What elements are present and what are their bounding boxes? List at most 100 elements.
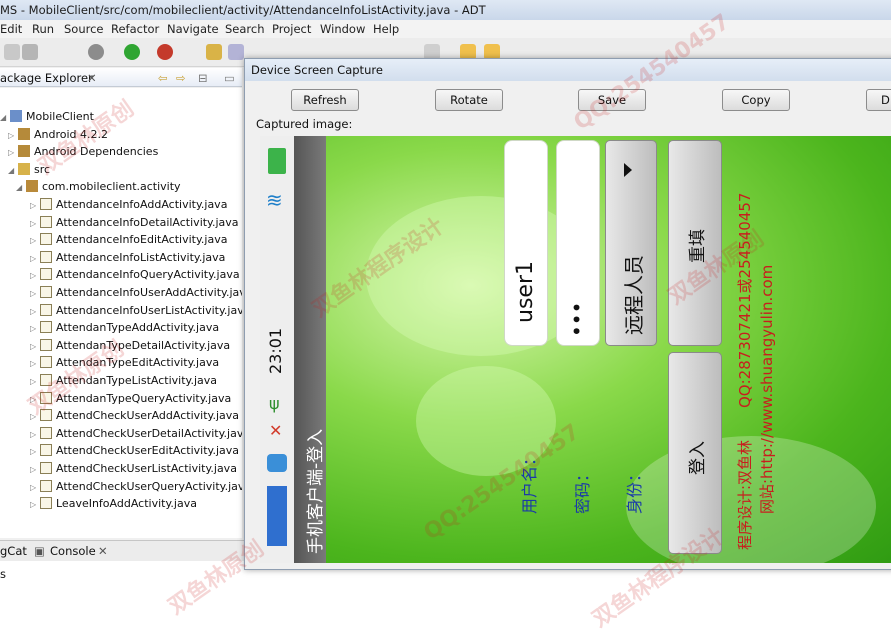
menu-bar: Edit Run Source Refactor Navigate Search… xyxy=(0,20,891,38)
expand-arrow-icon[interactable]: ▷ xyxy=(30,412,40,421)
open-folder-icon[interactable] xyxy=(206,44,222,60)
java-file-icon xyxy=(40,497,52,510)
expand-arrow-icon[interactable]: ▷ xyxy=(30,254,40,263)
expand-arrow-icon[interactable]: ◢ xyxy=(8,166,18,175)
tree-item[interactable]: ▷ AttendanTypeListActivity.java xyxy=(30,374,217,391)
tree-item[interactable]: ▷ AttendCheckUserAddActivity.java xyxy=(30,409,239,426)
expand-arrow-icon[interactable]: ▷ xyxy=(30,430,40,439)
login-button[interactable]: 登入 xyxy=(668,352,722,554)
tree-item[interactable]: ◢ src xyxy=(8,162,50,180)
java-file-icon xyxy=(40,233,52,246)
tree-item[interactable]: ▷ AttendCheckUserEditActivity.java xyxy=(30,444,239,461)
java-file-icon xyxy=(40,462,52,474)
copy-button[interactable]: Copy xyxy=(722,89,790,111)
gear-icon[interactable] xyxy=(88,44,104,60)
menu-edit[interactable]: Edit xyxy=(0,22,22,36)
tree-item[interactable]: ▷ Android Dependencies xyxy=(8,145,158,162)
tab-console[interactable]: Console xyxy=(50,544,96,558)
expand-arrow-icon[interactable]: ▷ xyxy=(30,289,40,298)
save-button[interactable]: Save xyxy=(578,89,646,111)
forward-icon[interactable]: ⇨ xyxy=(176,71,186,85)
username-input[interactable]: user1 xyxy=(504,140,548,346)
tree-item[interactable]: ▷ AttendanceInfoQueryActivity.java xyxy=(30,268,240,285)
expand-arrow-icon[interactable]: ▷ xyxy=(30,271,40,280)
back-icon[interactable]: ⇦ xyxy=(158,71,168,85)
app-notification-icon xyxy=(267,454,287,472)
expand-arrow-icon[interactable]: ▷ xyxy=(30,307,40,316)
menu-project[interactable]: Project xyxy=(272,22,311,36)
folder-icon xyxy=(18,162,30,175)
window-title: MS - MobileClient/src/com/mobileclient/a… xyxy=(0,3,486,17)
expand-arrow-icon[interactable]: ▷ xyxy=(30,395,40,404)
new-icon[interactable] xyxy=(4,44,20,60)
password-label: 密码： xyxy=(573,465,592,514)
tab-logcat[interactable]: gCat xyxy=(0,544,27,558)
credit-site: 网站:http://www.shuangyulin.com xyxy=(758,264,776,514)
tree-item[interactable]: ▷ AttendanceInfoAddActivity.java xyxy=(30,198,227,215)
tree-item[interactable]: ◢ com.mobileclient.activity xyxy=(16,180,181,197)
menu-navigate[interactable]: Navigate xyxy=(167,22,219,36)
captured-image-label: Captured image: xyxy=(256,117,353,131)
tree-item[interactable]: ▷ AttendanTypeEditActivity.java xyxy=(30,356,219,373)
expand-arrow-icon[interactable]: ▷ xyxy=(30,447,40,456)
expand-arrow-icon[interactable]: ▷ xyxy=(30,219,40,228)
expand-arrow-icon[interactable]: ▷ xyxy=(8,131,18,140)
username-value: user1 xyxy=(513,261,538,323)
tree-item-label: AttendanceInfoUserAddActivity.java xyxy=(56,286,242,299)
tree-item[interactable]: ▷ AttendanTypeDetailActivity.java xyxy=(30,338,230,356)
menu-run[interactable]: Run xyxy=(32,22,54,36)
close-icon[interactable]: ✕ xyxy=(87,71,97,85)
expand-arrow-icon[interactable]: ▷ xyxy=(30,236,40,245)
minimize-icon[interactable]: ▭ xyxy=(224,71,235,85)
tree-item[interactable]: ◢ MobileClient xyxy=(0,110,94,127)
expand-arrow-icon[interactable]: ▷ xyxy=(30,465,40,474)
debug-icon[interactable] xyxy=(157,44,173,60)
expand-arrow-icon[interactable]: ▷ xyxy=(8,148,18,157)
tree-item[interactable]: ▷ AttendCheckUserListActivity.java xyxy=(30,462,237,479)
expand-arrow-icon[interactable]: ▷ xyxy=(30,483,40,492)
device-screenshot: ≋ 23:01 ψ ✕ 手机客户端-登入 user1 ••• 远程人员 重填 登… xyxy=(260,136,891,563)
close-icon[interactable]: ✕ xyxy=(98,544,108,558)
tree-item[interactable]: ▷ AttendanceInfoEditActivity.java xyxy=(30,233,227,250)
expand-arrow-icon[interactable]: ◢ xyxy=(16,183,26,192)
java-file-icon xyxy=(40,426,52,439)
reset-button[interactable]: 重填 xyxy=(668,140,722,346)
menu-help[interactable]: Help xyxy=(373,22,399,36)
expand-arrow-icon[interactable]: ▷ xyxy=(30,377,40,386)
menu-window[interactable]: Window xyxy=(320,22,365,36)
rotate-button[interactable]: Rotate xyxy=(435,89,503,111)
role-spinner[interactable]: 远程人员 xyxy=(605,140,657,346)
tree-item[interactable]: ▷ AttendanceInfoDetailActivity.java xyxy=(30,215,239,233)
expand-arrow-icon[interactable]: ▷ xyxy=(30,324,40,333)
tree-item[interactable]: ▷ AttendanTypeQueryActivity.java xyxy=(30,391,231,409)
expand-arrow-icon[interactable]: ◢ xyxy=(0,113,10,122)
lib-icon xyxy=(18,127,30,140)
tree-item[interactable]: ▷ AttendanTypeAddActivity.java xyxy=(30,321,219,338)
expand-arrow-icon[interactable]: ▷ xyxy=(30,342,40,351)
tree-item[interactable]: ▷ AttendCheckUserQueryActivity.java xyxy=(30,479,242,497)
package-explorer-tab[interactable]: ackage Explorer ✕ ⇦ ⇨ ⊟ ▭ xyxy=(0,68,242,87)
search-icon[interactable] xyxy=(228,44,244,60)
expand-arrow-icon[interactable]: ▷ xyxy=(30,201,40,210)
window-title-bar: MS - MobileClient/src/com/mobileclient/a… xyxy=(0,0,891,21)
tree-item[interactable]: ▷ LeaveInfoAddActivity.java xyxy=(30,497,197,514)
expand-arrow-icon[interactable]: ▷ xyxy=(30,500,40,509)
tree-item[interactable]: ▷ AttendanceInfoUserAddActivity.java xyxy=(30,286,242,303)
password-input[interactable]: ••• xyxy=(556,140,600,346)
refresh-button[interactable]: Refresh xyxy=(291,89,359,111)
run-icon[interactable] xyxy=(124,44,140,60)
save-icon[interactable] xyxy=(22,44,38,60)
tree-item-label: AttendCheckUserEditActivity.java xyxy=(56,444,240,458)
done-button[interactable]: D xyxy=(866,89,891,111)
tree-item[interactable]: ▷ Android 4.2.2 xyxy=(8,127,108,145)
expand-arrow-icon[interactable]: ▷ xyxy=(30,359,40,368)
menu-search[interactable]: Search xyxy=(225,22,265,36)
menu-refactor[interactable]: Refactor xyxy=(111,22,159,36)
java-file-icon xyxy=(40,250,52,263)
tree-item[interactable]: ▷ AttendanceInfoListActivity.java xyxy=(30,250,225,268)
login-screen: user1 ••• 远程人员 重填 登入 用户名： 密码： 身份： 程序设计:双… xyxy=(326,136,891,563)
tree-item[interactable]: ▷ AttendCheckUserDetailActivity.java xyxy=(30,426,242,444)
tree-item[interactable]: ▷ AttendanceInfoUserListActivity.java xyxy=(30,303,242,321)
collapse-all-icon[interactable]: ⊟ xyxy=(198,71,208,85)
menu-source[interactable]: Source xyxy=(64,22,104,36)
